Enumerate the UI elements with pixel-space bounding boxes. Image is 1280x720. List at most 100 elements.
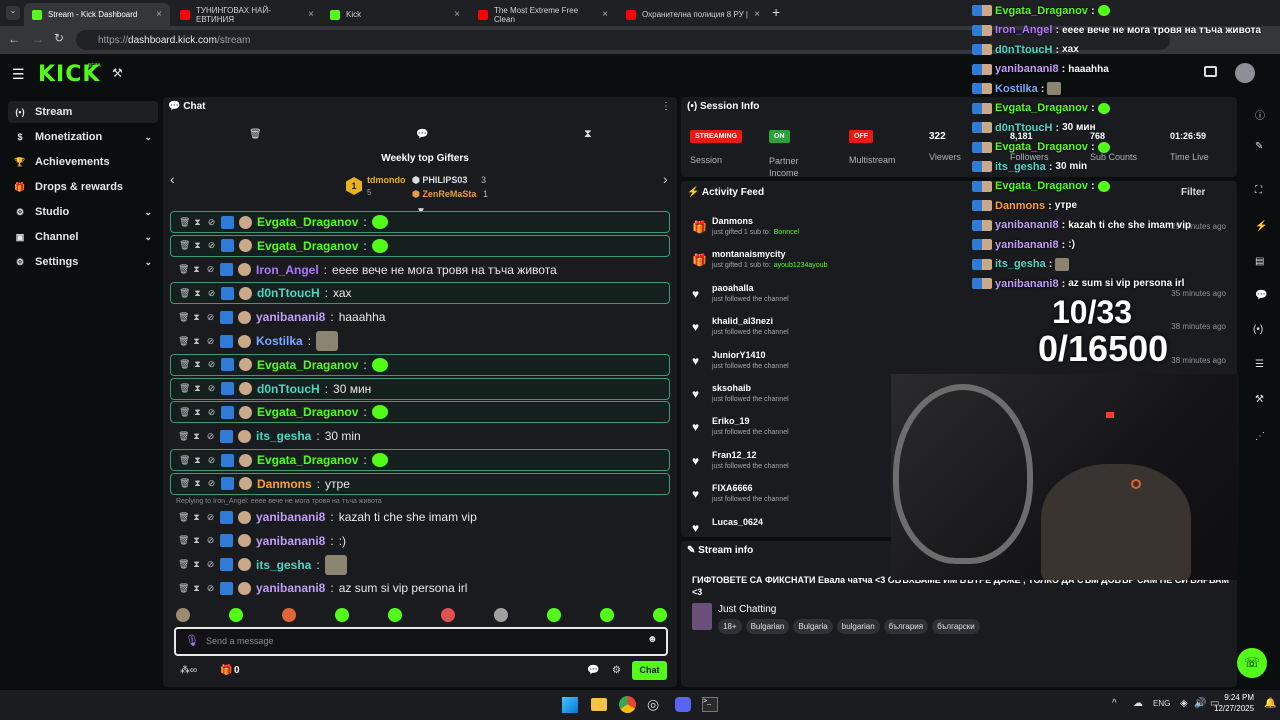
activity-user[interactable]: JuniorY1410 bbox=[712, 350, 766, 360]
chat-message[interactable]: 🗑 ⧗ ⊘ Evgata_Draganov: bbox=[170, 353, 670, 376]
delete-icon[interactable]: 🗑 bbox=[179, 455, 190, 466]
edit-icon[interactable]: ✎ bbox=[1255, 141, 1263, 152]
stream-tag[interactable]: 18+ bbox=[718, 619, 742, 634]
sidebar-item-monetization[interactable]: $ Monetization ⌄ bbox=[8, 126, 158, 148]
delete-icon[interactable]: 🗑 bbox=[178, 559, 189, 570]
chevron-down-icon[interactable]: ⌄ bbox=[144, 132, 152, 143]
timeout-icon[interactable]: ⧗ bbox=[193, 407, 202, 418]
timeout-icon[interactable]: ⧗ bbox=[192, 336, 201, 347]
activity-user[interactable]: Lucas_0624 bbox=[712, 517, 763, 527]
delete-icon[interactable]: 🗑 bbox=[178, 512, 189, 523]
gifter-name[interactable]: tdmondo bbox=[367, 175, 406, 185]
ban-icon[interactable]: ⊘ bbox=[207, 217, 216, 228]
chat-bubble-icon[interactable]: 💬 bbox=[587, 665, 599, 676]
ban-icon[interactable]: ⊘ bbox=[206, 264, 215, 275]
network-tray-icon[interactable]: ☁ bbox=[1133, 698, 1143, 709]
tab-list-button[interactable]: ⌄ bbox=[6, 6, 20, 20]
delete-icon[interactable]: 🗑 bbox=[178, 312, 189, 323]
clock-time[interactable]: 9:24 PM bbox=[1224, 693, 1254, 702]
ban-icon[interactable]: ⊘ bbox=[206, 336, 215, 347]
broadcast-icon[interactable]: (•) bbox=[1253, 324, 1263, 335]
sidebar-item-stream[interactable]: (•) Stream bbox=[8, 101, 158, 123]
activity-user[interactable]: Eriko_19 bbox=[712, 416, 750, 426]
ban-icon[interactable]: ⊘ bbox=[207, 288, 216, 299]
chevron-left-icon[interactable]: ‹ bbox=[170, 171, 175, 187]
timeout-icon[interactable]: ⧗ bbox=[192, 312, 201, 323]
chat-message[interactable]: 🗑 ⧗ ⊘ Evgata_Draganov: bbox=[170, 401, 670, 424]
category-name[interactable]: Just Chatting bbox=[718, 604, 776, 615]
activity-user[interactable]: FIXA6666 bbox=[712, 483, 753, 493]
activity-user[interactable]: montanaismycity bbox=[712, 249, 786, 259]
ban-icon[interactable]: ⊘ bbox=[206, 559, 215, 570]
chat-message[interactable]: 🗑 ⧗ ⊘ d0nTtoucH:30 мин bbox=[170, 377, 670, 400]
chat-message[interactable]: 🗑 ⧗ ⊘ yanibanani8: haaahha bbox=[170, 306, 670, 328]
emote-picker-item-icon[interactable] bbox=[282, 608, 296, 622]
chat-message[interactable]: 🗑 ⧗ ⊘ d0nTtoucH: хах bbox=[170, 282, 670, 305]
chat-bubble-icon[interactable]: 💬 bbox=[416, 129, 428, 140]
delete-icon[interactable]: 🗑 bbox=[178, 431, 189, 442]
emote-picker-item-icon[interactable] bbox=[494, 608, 508, 622]
timeout-icon[interactable]: ⧗ bbox=[193, 478, 202, 489]
chevron-down-icon[interactable]: ⌄ bbox=[144, 257, 152, 268]
delete-icon[interactable]: 🗑 bbox=[179, 240, 190, 251]
discord-icon[interactable] bbox=[675, 697, 691, 712]
file-explorer-icon[interactable] bbox=[591, 698, 607, 711]
mic-icon[interactable]: 🎙 bbox=[185, 634, 199, 647]
ban-icon[interactable]: ⊘ bbox=[207, 407, 216, 418]
emote-picker-item-icon[interactable] bbox=[229, 608, 243, 622]
tab-kick[interactable]: Kick × bbox=[322, 3, 468, 26]
trash-icon[interactable]: 🗑 bbox=[249, 129, 262, 140]
delete-icon[interactable]: 🗑 bbox=[178, 264, 189, 275]
delete-icon[interactable]: 🗑 bbox=[179, 407, 190, 418]
chat-username[interactable]: Evgata_Draganov bbox=[257, 215, 358, 229]
ban-icon[interactable]: ⊘ bbox=[207, 383, 216, 394]
chat-username[interactable]: Evgata_Draganov bbox=[257, 239, 358, 253]
expand-icon[interactable]: ⛶ bbox=[1255, 185, 1262, 196]
close-tab-icon[interactable]: × bbox=[454, 9, 460, 20]
ban-icon[interactable]: ⊘ bbox=[206, 583, 215, 594]
sidebar-item-achievements[interactable]: 🏆 Achievements bbox=[8, 151, 158, 173]
notification-icon[interactable]: 🔔 bbox=[1264, 698, 1276, 709]
timeout-icon[interactable]: ⧗ bbox=[192, 431, 201, 442]
forward-icon[interactable]: → bbox=[32, 32, 44, 46]
close-tab-icon[interactable]: × bbox=[156, 9, 162, 20]
delete-icon[interactable]: 🗑 bbox=[179, 478, 190, 489]
chat-username[interactable]: d0nTtoucH bbox=[257, 382, 320, 396]
chat-username[interactable]: yanibanani8 bbox=[256, 581, 325, 595]
chat-message[interactable]: 🗑 ⧗ ⊘ yanibanani8::) bbox=[170, 530, 670, 552]
language-indicator[interactable]: ENG bbox=[1153, 699, 1170, 708]
tab-youtube-1[interactable]: ТУНИНГОВАХ НАЙ-ЕВТИНИЯ × bbox=[172, 3, 322, 26]
emote-picker-item-icon[interactable] bbox=[600, 608, 614, 622]
avatar[interactable] bbox=[1235, 63, 1255, 83]
chat-message[interactable]: 🗑 ⧗ ⊘ Kostilka: bbox=[170, 330, 670, 352]
sidebar-item-studio[interactable]: ⚙ Studio ⌄ bbox=[8, 201, 158, 223]
ban-icon[interactable]: ⊘ bbox=[207, 240, 216, 251]
chat-message[interactable]: 🗑 ⧗ ⊘ yanibanani8: az sum si vip persona irl bbox=[170, 577, 670, 599]
terminal-icon[interactable]: >_ bbox=[702, 697, 718, 712]
chat-message[interactable]: 🗑 ⧗ ⊘ Iron_Angel: ееее вече не мога тровя на… bbox=[170, 259, 670, 281]
chat-username[interactable]: its_gesha bbox=[256, 429, 311, 443]
activity-user[interactable]: khalid_al3nezi bbox=[712, 316, 773, 326]
reload-icon[interactable]: ↻ bbox=[54, 31, 64, 45]
category-thumbnail[interactable] bbox=[692, 603, 712, 630]
chat-username[interactable]: Evgata_Draganov bbox=[257, 405, 358, 419]
notes-icon[interactable]: ▤ bbox=[1255, 256, 1264, 267]
chat-username[interactable]: yanibanani8 bbox=[256, 310, 325, 324]
gift-icon[interactable]: 🎁 bbox=[220, 665, 232, 676]
points-icon[interactable]: ⁂∞ bbox=[180, 665, 197, 676]
filter-button[interactable]: Filter bbox=[1181, 187, 1205, 198]
start-icon[interactable] bbox=[562, 697, 578, 713]
chevron-down-icon[interactable]: ⌄ bbox=[144, 232, 152, 243]
tab-youtube-3[interactable]: Охранителна полиция 8 РУ | × bbox=[618, 3, 768, 26]
stream-tag[interactable]: Bulgaria bbox=[793, 619, 833, 634]
obs-icon[interactable]: ◎ bbox=[647, 696, 659, 713]
sidebar-item-settings[interactable]: ⚙ Settings ⌄ bbox=[8, 251, 158, 273]
delete-icon[interactable]: 🗑 bbox=[179, 383, 190, 394]
delete-icon[interactable]: 🗑 bbox=[179, 217, 190, 228]
chat-username[interactable]: Kostilka bbox=[256, 334, 303, 348]
chat-username[interactable]: its_gesha bbox=[256, 558, 311, 572]
share-icon[interactable]: ⋰ bbox=[1255, 431, 1265, 442]
activity-user[interactable]: Fran12_12 bbox=[712, 450, 757, 460]
gifter-name[interactable]: ⬢ PHILIPS03 bbox=[412, 175, 467, 186]
info-icon[interactable]: ⓘ bbox=[1255, 107, 1265, 122]
